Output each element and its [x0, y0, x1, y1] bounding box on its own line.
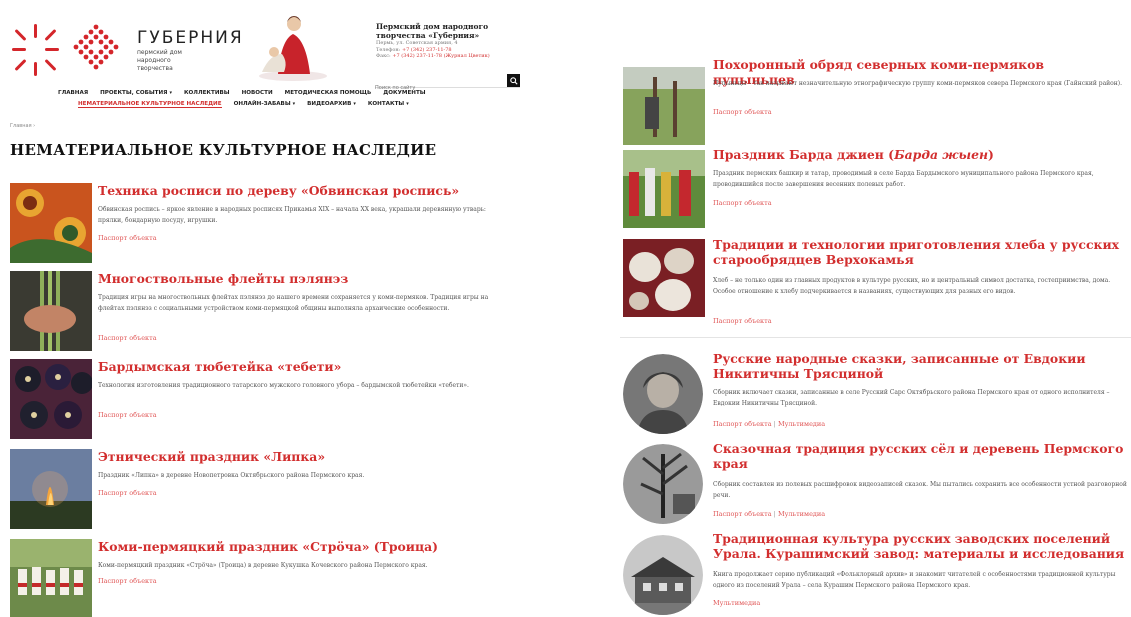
title-italic: Барда жыен	[894, 147, 989, 162]
item-description: Коми-пермяцкий праздник «Стрӧча» (Троица…	[98, 562, 428, 569]
multimedia-link[interactable]: Мультимедиа	[713, 599, 760, 607]
header-photo-woman-in-red	[259, 16, 327, 81]
passport-link[interactable]: Паспорт объекта	[98, 577, 157, 585]
nav-item-projects[interactable]: Проекты, события ▾	[100, 90, 172, 96]
nav-item-video-archive[interactable]: Видеоархив ▾	[307, 101, 356, 108]
item-title[interactable]: Праздник Барда джиен (Барда жыен)	[713, 147, 1128, 162]
item-description: Сборник включает сказки, записанные в се…	[713, 389, 1110, 407]
search-bar	[375, 74, 520, 94]
thumbnail-funeral-rite[interactable]	[623, 67, 705, 145]
item-description: Праздник «Липка» в деревне Новопетровка …	[98, 472, 365, 479]
nav-item-home[interactable]: Главная	[58, 90, 88, 96]
search-icon	[509, 76, 518, 85]
nav-item-documents[interactable]: Документы	[383, 90, 425, 96]
passport-link[interactable]: Паспорт объекта	[98, 334, 157, 342]
nav-label: Проекты, события	[100, 90, 168, 96]
brand-subtitle: пермский дом народного творчества	[137, 49, 182, 72]
brand-name: ГУБЕРНИЯ	[137, 28, 244, 48]
thumbnail-elderly-woman-portrait[interactable]	[623, 354, 703, 434]
passport-link[interactable]: Паспорт объекта	[98, 489, 157, 497]
multimedia-link[interactable]: Мультимедиа	[778, 510, 825, 518]
item-title[interactable]: Бардымская тюбетейка «тебети»	[98, 359, 341, 374]
nav-label: Нематериальное культурное наследие	[78, 101, 222, 107]
passport-link[interactable]: Паспорт объекта	[713, 420, 772, 428]
item-description: Традиция игры на многоствольных флейтах …	[98, 294, 489, 312]
nav-label: Контакты	[367, 101, 405, 107]
section-divider	[620, 337, 1131, 338]
chevron-down-icon: ▾	[406, 101, 409, 107]
passport-link[interactable]: Паспорт объекта	[713, 510, 772, 518]
item-description: Пупыньцы – так называют незначительную э…	[713, 80, 1123, 87]
chevron-down-icon: ▾	[353, 101, 356, 107]
contact-fax[interactable]: +7 (342) 237-11-78 (Журнал Цветик)	[392, 53, 489, 59]
passport-link[interactable]: Паспорт объекта	[98, 234, 157, 242]
item-description: Праздник пермских башкир и татар, провод…	[713, 170, 1094, 188]
main-nav-row-2: Нематериальное культурное наследие Онлай…	[78, 101, 409, 108]
thumbnail-barda-festival[interactable]	[623, 150, 705, 228]
nav-label: Онлайн-забавы	[233, 101, 291, 107]
contact-block: Пермский дом народного творчества «Губер…	[376, 22, 506, 60]
item-title[interactable]: Русские народные сказки, записанные от Е…	[713, 351, 1128, 381]
chevron-down-icon: ▾	[169, 90, 172, 96]
item-title[interactable]: Многоствольные флейты пэлянэз	[98, 271, 348, 286]
nav-item-online-fun[interactable]: Онлайн-забавы ▾	[234, 101, 296, 108]
contact-title: Пермский дом народного творчества «Губер…	[376, 22, 489, 40]
nav-item-collectives[interactable]: Коллективы	[184, 90, 230, 96]
passport-link[interactable]: Паспорт объекта	[713, 317, 772, 325]
item-title[interactable]: Традиционная культура русских заводских …	[713, 531, 1128, 561]
thumbnail-village-tree[interactable]	[623, 444, 703, 524]
item-description: Книга продолжает серию публикаций «Фольк…	[713, 571, 1116, 589]
item-title[interactable]: Традиции и технологии приготовления хлеб…	[713, 237, 1128, 267]
item-description: Технология изготовления традиционного та…	[98, 382, 469, 389]
nav-item-contacts[interactable]: Контакты ▾	[368, 101, 409, 108]
nav-label: Новости	[241, 90, 273, 96]
page-title: НЕМАТЕРИАЛЬНОЕ КУЛЬТУРНОЕ НАСЛЕДИЕ	[10, 141, 437, 159]
guberniya-logo[interactable]	[10, 22, 125, 78]
thumbnail-skullcaps[interactable]	[10, 359, 92, 439]
contact-phone-label: Телефон:	[376, 46, 401, 53]
thumbnail-bread[interactable]	[623, 239, 705, 317]
thumbnail-flutes[interactable]	[10, 271, 92, 351]
right-column: Похоронный обряд северных коми-пермяков …	[620, 0, 1131, 617]
thumbnail-wooden-house[interactable]	[623, 535, 703, 615]
contact-phone[interactable]: +7 (342) 237-11-78	[402, 47, 452, 53]
item-links: Паспорт объекта | Мультимедиа	[713, 510, 825, 518]
nav-item-methodical-help[interactable]: Методическая помощь	[285, 90, 372, 96]
thumbnail-obvinsk-painting[interactable]	[10, 183, 92, 263]
item-title[interactable]: Коми-пермяцкий праздник «Стрӧча» (Троица…	[98, 539, 438, 554]
nav-label: Методическая помощь	[284, 90, 372, 96]
item-title[interactable]: Сказочная традиция русских сёл и деревен…	[713, 441, 1128, 471]
nav-label: Видеоархив	[307, 101, 352, 107]
nav-label: Коллективы	[183, 90, 230, 96]
nav-item-intangible-heritage[interactable]: Нематериальное культурное наследие	[78, 101, 222, 108]
passport-link[interactable]: Паспорт объекта	[713, 199, 772, 207]
item-title[interactable]: Этнический праздник «Липка»	[98, 449, 325, 464]
search-button[interactable]	[507, 74, 520, 87]
item-title[interactable]: Техника росписи по дереву «Обвинская рос…	[98, 183, 459, 198]
thumbnail-strocha-festival[interactable]	[10, 539, 92, 617]
item-links: Паспорт объекта | Мультимедиа	[713, 420, 825, 428]
multimedia-link[interactable]: Мультимедиа	[778, 420, 825, 428]
main-nav-row-1: Главная Проекты, события ▾ Коллективы Нов…	[58, 90, 426, 96]
left-column: ГУБЕРНИЯ пермский дом народного творчест…	[0, 0, 520, 617]
thumbnail-lipka-festival[interactable]	[10, 449, 92, 529]
item-description: Обвинская роспись – яркое явление в наро…	[98, 206, 486, 224]
title-text: Праздник Барда джиен (	[713, 147, 895, 162]
chevron-down-icon: ▾	[292, 101, 296, 107]
nav-label: Документы	[383, 90, 426, 96]
contact-fax-label: Факс:	[376, 53, 391, 59]
nav-item-news[interactable]: Новости	[242, 90, 273, 96]
passport-link[interactable]: Паспорт объекта	[713, 108, 772, 116]
contact-fax-line: Факс: +7 (342) 237-11-78 (Журнал Цветик)	[376, 53, 506, 60]
breadcrumb[interactable]: Главная ›	[10, 123, 35, 129]
nav-label: Главная	[58, 90, 89, 96]
item-description: Хлеб – не только один из главных продукт…	[713, 277, 1111, 295]
title-end: )	[988, 147, 994, 162]
item-description: Сборник составлен из полевых расшифровок…	[713, 481, 1127, 499]
passport-link[interactable]: Паспорт объекта	[98, 411, 157, 419]
